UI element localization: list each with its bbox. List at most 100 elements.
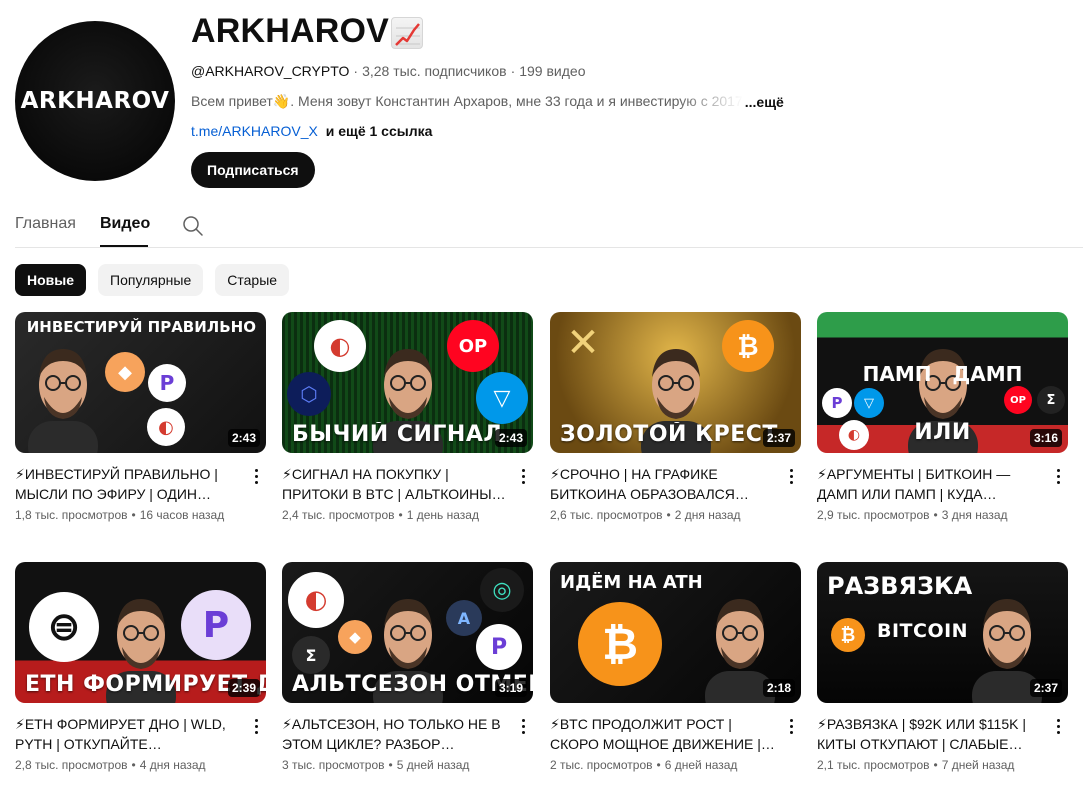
tab-home[interactable]: Главная (15, 215, 76, 233)
chip-newest[interactable]: Новые (15, 264, 87, 296)
video-details: ⚡АРГУМЕНТЫ | БИТКОИН — ДАМП ИЛИ ПАМП | К… (817, 464, 1068, 522)
thumbnail-headline: ИНВЕСТИРУЙ ПРАВИЛЬНО (26, 318, 256, 336)
video-metadata: 2,4 тыс. просмотров • 1 день назад (282, 508, 507, 522)
description-more-button[interactable]: ...ещё (745, 94, 784, 110)
more-actions-icon[interactable] (515, 466, 531, 486)
video-card[interactable]: ₿ ✕ ЗОЛОТОЙ КРЕСТ 2:37 ⚡СРОЧНО | НА ГРАФИКЕ … (550, 312, 801, 522)
video-metadata: 1,8 тыс. просмотров • 16 часов назад (15, 508, 240, 522)
video-thumbnail[interactable]: ₿ ИДЁМ НА ATH 2:18 (550, 562, 801, 703)
more-actions-icon[interactable] (1050, 716, 1066, 736)
meta-separator: • (131, 758, 136, 772)
upload-age: 5 дней назад (396, 758, 470, 772)
upload-age: 16 часов назад (139, 508, 225, 522)
video-title[interactable]: ⚡BTC ПРОДОЛЖИТ РОСТ | СКОРО МОЩНОЕ ДВИЖЕ… (550, 714, 775, 754)
more-links-button[interactable]: и ещё 1 ссылка (326, 123, 433, 139)
more-actions-icon[interactable] (248, 466, 264, 486)
video-title[interactable]: ⚡АРГУМЕНТЫ | БИТКОИН — ДАМП ИЛИ ПАМП | К… (817, 464, 1042, 504)
meta-separator: • (131, 508, 136, 522)
video-thumbnail[interactable]: ◐◎A◆ΣPАЛЬТСЕЗОН ОТМЕНЁН3:19 (282, 562, 533, 703)
video-duration: 3:19 (494, 679, 527, 697)
upload-age: 7 дней назад (941, 758, 1015, 772)
video-thumbnail[interactable]: ◐ OP ▽ ⬡ БЫЧИЙ СИГНАЛ 2:43 (282, 312, 533, 453)
thumbnail-headline: ИДЁМ НА ATH (560, 572, 703, 593)
chip-oldest[interactable]: Старые (215, 264, 290, 296)
chip-popular[interactable]: Популярные (98, 264, 204, 296)
eth-coin-icon: ◆ (105, 352, 145, 392)
view-count: 2,4 тыс. просмотров (282, 508, 395, 522)
view-count: 2,1 тыс. просмотров (817, 758, 930, 772)
video-card[interactable]: ◐ OP ▽ ⬡ БЫЧИЙ СИГНАЛ 2:43 ⚡СИГНАЛ НА ПОКУПКУ … (282, 312, 533, 522)
video-metadata: 2,6 тыс. просмотров • 2 дня назад (550, 508, 775, 522)
video-thumbnail[interactable]: ₿ РАЗВЯЗКА BITCOIN 2:37 (817, 562, 1068, 703)
video-thumbnail[interactable]: ⊜PETH ФОРМИРУЕТ ДНО2:39 (15, 562, 266, 703)
presenter-image (28, 349, 98, 453)
op-coin-icon: OP (447, 320, 499, 372)
channel-tabs: Главная Видео (15, 205, 1083, 248)
video-card[interactable]: ₿ ИДЁМ НА ATH 2:18 ⚡BTC ПРОДОЛЖИТ РОСТ | СК… (550, 562, 801, 772)
avatar-text: ARKHAROV (20, 88, 170, 114)
video-details: ⚡BTC ПРОДОЛЖИТ РОСТ | СКОРО МОЩНОЕ ДВИЖЕ… (550, 714, 801, 772)
video-thumbnail[interactable]: ◆ P ◐ ИНВЕСТИРУЙ ПРАВИЛЬНО 2:43 (15, 312, 266, 453)
bitcoin-icon: ₿ (831, 618, 865, 652)
video-details: ⚡АЛЬТСЕЗОН, НО ТОЛЬКО НЕ В ЭТОМ ЦИКЛЕ? Р… (282, 714, 533, 772)
channel-name: ARKHAROV (191, 12, 390, 50)
more-actions-icon[interactable] (248, 716, 264, 736)
video-title[interactable]: ⚡ETH ФОРМИРУЕТ ДНО | WLD, PYTH | ОТКУПАЙ… (15, 714, 240, 754)
search-icon[interactable] (182, 215, 204, 237)
channel-description[interactable]: Всем привет👋. Меня зовут Константин Арха… (191, 93, 784, 110)
bitcoin-icon: ₿ (722, 320, 774, 372)
pyth-coin-icon: P (822, 388, 852, 418)
video-title[interactable]: ⚡СИГНАЛ НА ПОКУПКУ | ПРИТОКИ В BTC | АЛЬ… (282, 464, 507, 504)
video-card[interactable]: ₿ РАЗВЯЗКА BITCOIN 2:37 ⚡РАЗВЯЗКА | $92K ИЛИ… (817, 562, 1068, 772)
video-title[interactable]: ⚡СРОЧНО | НА ГРАФИКЕ БИТКОИНА ОБРАЗОВАЛС… (550, 464, 775, 504)
video-duration: 2:43 (494, 429, 527, 447)
telegram-link[interactable]: t.me/ARKHAROV_X (191, 123, 318, 139)
video-details: ⚡СРОЧНО | НА ГРАФИКЕ БИТКОИНА ОБРАЗОВАЛС… (550, 464, 801, 522)
upload-age: 6 дней назад (664, 758, 738, 772)
more-actions-icon[interactable] (783, 466, 799, 486)
meta-separator: • (398, 508, 403, 522)
subscriber-count: 3,28 тыс. подписчиков (362, 63, 507, 79)
video-title[interactable]: ⚡АЛЬТСЕЗОН, НО ТОЛЬКО НЕ В ЭТОМ ЦИКЛЕ? Р… (282, 714, 507, 754)
pyth-coin-icon: P (148, 364, 186, 402)
video-card[interactable]: P ▽ OP Σ ◐ ПАМП ДАМП ИЛИ 3:16 ⚡АРГУМЕНТЫ | БИТКО… (817, 312, 1068, 522)
pyth-coin-icon: P (476, 624, 522, 670)
video-count: 199 видео (519, 63, 586, 79)
view-count: 1,8 тыс. просмотров (15, 508, 128, 522)
more-actions-icon[interactable] (783, 716, 799, 736)
upload-age: 2 дня назад (674, 508, 741, 522)
more-actions-icon[interactable] (1050, 466, 1066, 486)
video-thumbnail[interactable]: ₿ ✕ ЗОЛОТОЙ КРЕСТ 2:37 (550, 312, 801, 453)
video-duration: 2:37 (1029, 679, 1062, 697)
sei-coin-icon: ◎ (480, 568, 524, 612)
thumbnail-headline: РАЗВЯЗКА (827, 572, 973, 600)
channel-links: t.me/ARKHAROV_X и ещё 1 ссылка (191, 123, 432, 139)
more-actions-icon[interactable] (515, 716, 531, 736)
thumbnail-caption: BITCOIN (877, 620, 969, 642)
video-card[interactable]: ◆ P ◐ ИНВЕСТИРУЙ ПРАВИЛЬНО 2:43 ⚡ИНВЕСТИРУЙ П… (15, 312, 266, 522)
meta-separator: • (933, 508, 938, 522)
video-duration: 2:43 (227, 429, 260, 447)
sort-chips: Новые Популярные Старые (15, 264, 290, 296)
kite-coin-icon: ◐ (288, 572, 344, 628)
video-card[interactable]: ◐◎A◆ΣPАЛЬТСЕЗОН ОТМЕНЁН3:19⚡АЛЬТСЕЗОН, Н… (282, 562, 533, 772)
subscribe-button[interactable]: Подписаться (191, 152, 315, 188)
view-count: 2,6 тыс. просмотров (550, 508, 663, 522)
channel-avatar[interactable]: ARKHAROV (15, 21, 175, 181)
video-details: ⚡ИНВЕСТИРУЙ ПРАВИЛЬНО | МЫСЛИ ПО ЭФИРУ |… (15, 464, 266, 522)
thumbnail-headline: ПАМП ДАМП (862, 362, 1023, 386)
upload-age: 1 день назад (406, 508, 479, 522)
kite-coin-icon: ◐ (314, 320, 366, 372)
arbitrum-coin-icon: A (446, 600, 482, 636)
tab-videos[interactable]: Видео (100, 215, 150, 233)
video-title[interactable]: ⚡ИНВЕСТИРУЙ ПРАВИЛЬНО | МЫСЛИ ПО ЭФИРУ |… (15, 464, 240, 504)
view-count: 2 тыс. просмотров (550, 758, 653, 772)
view-count: 2,9 тыс. просмотров (817, 508, 930, 522)
video-details: ⚡РАЗВЯЗКА | $92K ИЛИ $115K | КИТЫ ОТКУПА… (817, 714, 1068, 772)
video-card[interactable]: ⊜PETH ФОРМИРУЕТ ДНО2:39 ⚡ETH ФОРМИРУЕТ ДН… (15, 562, 266, 772)
worldcoin-icon: ⊜ (29, 592, 99, 662)
video-thumbnail[interactable]: P ▽ OP Σ ◐ ПАМП ДАМП ИЛИ 3:16 (817, 312, 1068, 453)
video-title[interactable]: ⚡РАЗВЯЗКА | $92K ИЛИ $115K | КИТЫ ОТКУПА… (817, 714, 1042, 754)
kite-coin-icon: ◐ (147, 408, 185, 446)
bitcoin-icon: ₿ (578, 602, 662, 686)
